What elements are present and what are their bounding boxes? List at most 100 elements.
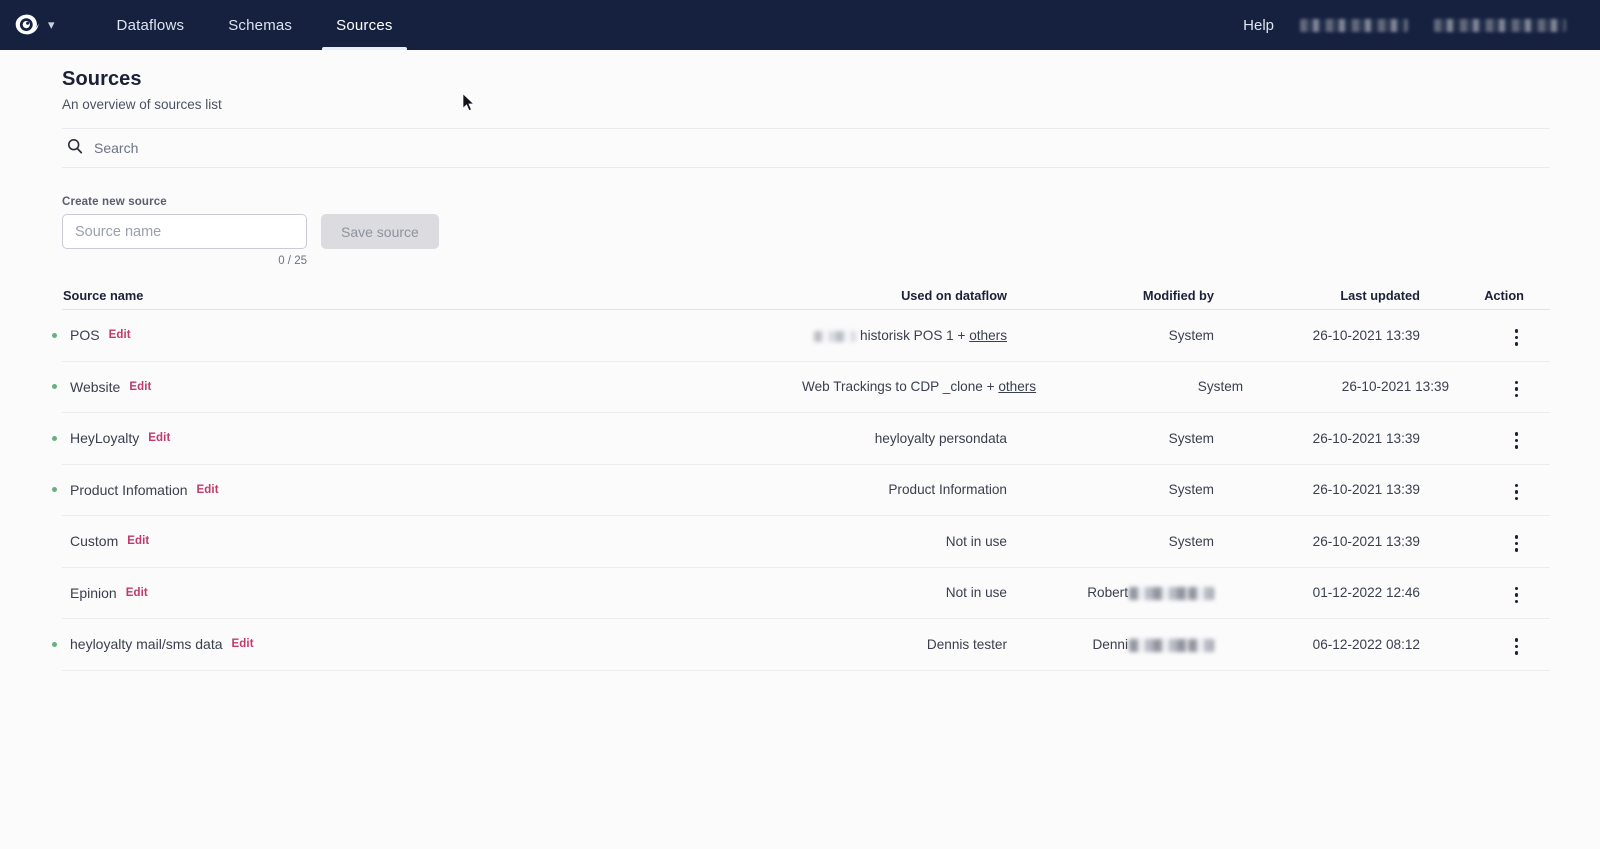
swirl-eye-logo-icon[interactable] <box>12 10 42 40</box>
source-name-text: Epinion <box>70 584 117 601</box>
table-row[interactable]: Custom Edit Not in use System 26-10-2021… <box>62 516 1550 568</box>
cell-last-updated: 26-10-2021 13:39 <box>1341 379 1450 395</box>
cell-action <box>1420 321 1550 350</box>
source-name-text: Product Infomation <box>70 481 188 498</box>
kebab-menu-icon[interactable] <box>1509 480 1525 505</box>
chevron-down-icon[interactable]: ▾ <box>48 18 55 33</box>
cell-modified-by: System <box>1168 482 1214 498</box>
cell-used-on-dataflow: Web Trackings to CDP _clone + others <box>802 379 1036 394</box>
edit-source-link[interactable]: Edit <box>127 535 149 547</box>
cell-source-name: Custom Edit <box>62 533 802 549</box>
save-source-button[interactable]: Save source <box>321 214 439 249</box>
page-subtitle: An overview of sources list <box>62 97 222 112</box>
navbar-right: Help <box>1243 0 1600 50</box>
nav-tab-label: Schemas <box>228 16 293 34</box>
dataflow-label: historisk POS 1 + <box>860 327 970 343</box>
top-navbar: ▾ Dataflows Schemas Sources Help <box>0 0 1600 50</box>
nav-tab-sources[interactable]: Sources <box>314 0 414 50</box>
create-source-label: Create new source <box>62 196 167 208</box>
edit-source-link[interactable]: Edit <box>129 381 151 393</box>
kebab-menu-icon[interactable] <box>1509 325 1525 350</box>
dataflow-others-link[interactable]: others <box>969 328 1007 343</box>
modified-by-text: Robert <box>1087 585 1128 601</box>
cell-last-updated: 01-12-2022 12:46 <box>1312 585 1420 601</box>
cell-source-name: heyloyalty mail/sms data Edit <box>52 636 802 652</box>
cell-last-updated: 26-10-2021 13:39 <box>1312 430 1420 446</box>
edit-source-link[interactable]: Edit <box>197 484 219 496</box>
cell-source-name: Epinion Edit <box>62 585 802 601</box>
create-source-row: 0 / 25 Save source <box>62 214 1550 267</box>
dataflow-text: historisk POS 1 + others <box>814 328 1007 343</box>
edit-source-link[interactable]: Edit <box>232 638 254 650</box>
cell-source-name: Website Edit <box>52 379 802 395</box>
navbar-left: ▾ <box>0 0 55 50</box>
table-row[interactable]: Website Edit Web Trackings to CDP _clone… <box>52 362 1550 413</box>
kebab-menu-icon[interactable] <box>1509 531 1525 556</box>
navbar-tabs: Dataflows Schemas Sources <box>95 0 415 50</box>
status-dot-icon <box>52 590 57 595</box>
nav-tab-dataflows[interactable]: Dataflows <box>95 0 207 50</box>
cell-action <box>1449 372 1550 401</box>
cell-used-on-dataflow: heyloyalty persondata <box>874 430 1007 446</box>
cell-action <box>1420 578 1550 607</box>
cell-last-updated: 26-10-2021 13:39 <box>1312 533 1420 549</box>
table-header-row: Source name Used on dataflow Modified by… <box>62 281 1550 310</box>
account-name-redacted[interactable] <box>1300 18 1408 32</box>
search-bar[interactable] <box>62 128 1550 168</box>
cell-source-name: Product Infomation Edit <box>52 481 802 498</box>
status-dot-icon <box>52 384 57 390</box>
source-name-text: HeyLoyalty <box>70 430 140 447</box>
table-row[interactable]: Epinion Edit Not in use Robert 01-12-202… <box>62 568 1550 619</box>
cell-used-on-dataflow: Dennis tester <box>926 636 1007 652</box>
cell-action <box>1420 475 1550 504</box>
page-title: Sources <box>62 68 142 90</box>
kebab-menu-icon[interactable] <box>1509 583 1525 608</box>
dataflow-prefix-redacted <box>814 330 857 342</box>
kebab-menu-icon[interactable] <box>1509 377 1525 402</box>
organization-name-redacted[interactable] <box>1434 18 1566 32</box>
cell-modified-by: Robert <box>1007 585 1214 600</box>
column-header-action: Action <box>1484 287 1524 303</box>
cell-used-on-dataflow: historisk POS 1 + others <box>802 328 1007 343</box>
column-header-last-updated: Last updated <box>1340 287 1420 303</box>
sources-table: Source name Used on dataflow Modified by… <box>52 281 1550 671</box>
cell-action <box>1420 527 1550 556</box>
source-name-field-wrap: 0 / 25 <box>62 214 307 267</box>
page-body: Sources An overview of sources list Crea… <box>0 50 1600 671</box>
table-row[interactable]: Product Infomation Edit Product Informat… <box>52 465 1550 516</box>
edit-source-link[interactable]: Edit <box>148 432 170 444</box>
status-dot-icon <box>52 435 57 441</box>
table-row[interactable]: POS Edit historisk POS 1 + others System… <box>52 310 1550 362</box>
kebab-menu-icon[interactable] <box>1509 428 1525 453</box>
modified-by-redacted <box>1188 638 1214 652</box>
dataflow-others-link[interactable]: others <box>998 379 1036 394</box>
edit-source-link[interactable]: Edit <box>109 329 131 341</box>
table-row[interactable]: heyloyalty mail/sms data Edit Dennis tes… <box>52 619 1550 671</box>
create-source-section: Create new source 0 / 25 Save source <box>62 196 1550 267</box>
table-row[interactable]: HeyLoyalty Edit heyloyalty persondata Sy… <box>52 413 1550 465</box>
status-dot-icon <box>52 539 57 544</box>
nav-tab-label: Dataflows <box>116 16 185 34</box>
cell-modified-by: Denni <box>1007 637 1214 652</box>
character-counter: 0 / 25 <box>278 255 307 267</box>
source-name-text: POS <box>70 327 100 344</box>
source-name-input[interactable] <box>62 214 307 249</box>
dataflow-text: Web Trackings to CDP _clone + others <box>802 379 1036 394</box>
status-dot-icon <box>52 641 57 647</box>
nav-tab-schemas[interactable]: Schemas <box>206 0 314 50</box>
cell-modified-by: System <box>1168 430 1214 446</box>
status-dot-icon <box>52 487 57 493</box>
cell-source-name: POS Edit <box>52 327 802 344</box>
cell-modified-by: System <box>1197 379 1244 395</box>
edit-source-link[interactable]: Edit <box>126 587 148 599</box>
column-header-source-name: Source name <box>63 287 144 303</box>
source-name-text: Custom <box>70 533 119 550</box>
modified-by-redacted <box>1129 638 1187 652</box>
search-input[interactable] <box>94 140 454 156</box>
kebab-menu-icon[interactable] <box>1509 634 1525 659</box>
cell-used-on-dataflow: Product Information <box>888 482 1007 498</box>
cell-action <box>1420 424 1550 453</box>
help-link[interactable]: Help <box>1243 17 1274 34</box>
cell-modified-by: System <box>1168 533 1214 549</box>
modified-by-text: Denni <box>1092 636 1128 652</box>
